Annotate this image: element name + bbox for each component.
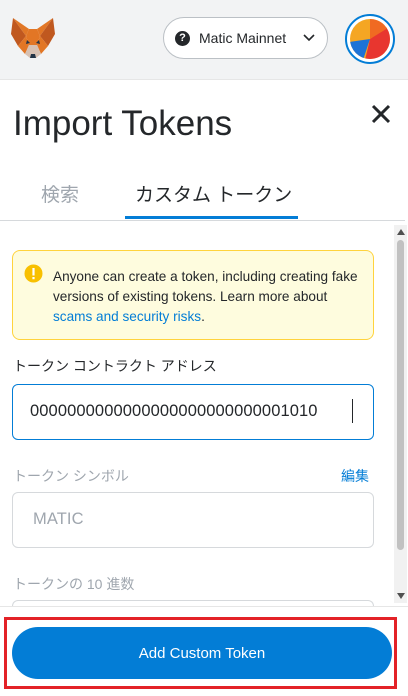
highlight-annotation: [4, 617, 397, 689]
active-tab-indicator: [125, 216, 298, 219]
token-symbol-placeholder: MATIC: [33, 510, 84, 528]
token-symbol-input[interactable]: MATIC: [12, 492, 374, 548]
token-address-value: 0000000000000000000000000001010: [30, 402, 318, 420]
scams-risks-link[interactable]: scams and security risks: [53, 309, 201, 324]
warning-text: Anyone can create a token, including cre…: [53, 267, 369, 327]
network-selector[interactable]: ? Matic Mainnet: [163, 17, 328, 59]
page-title: Import Tokens: [13, 104, 233, 143]
info-icon: [24, 264, 43, 283]
edit-symbol-link[interactable]: 編集: [341, 466, 369, 486]
decimals-label: トークンの 10 進数: [13, 576, 135, 592]
app-header: ? Matic Mainnet: [0, 0, 408, 80]
text-caret: [352, 399, 353, 423]
warning-suffix: .: [201, 309, 205, 324]
warning-message: Anyone can create a token, including cre…: [53, 269, 358, 304]
account-avatar[interactable]: [345, 14, 395, 64]
tab-custom-token[interactable]: カスタム トークン: [135, 180, 292, 207]
network-label: Matic Mainnet: [199, 30, 287, 46]
close-icon[interactable]: [370, 103, 392, 125]
tab-bar: 検索 カスタム トークン: [0, 166, 405, 221]
address-label: トークン コントラクト アドレス: [13, 358, 217, 374]
help-icon: ?: [175, 30, 190, 46]
scrollbar-thumb[interactable]: [397, 240, 404, 550]
chevron-down-icon: [303, 34, 315, 42]
scroll-down-icon[interactable]: [397, 593, 405, 599]
tab-search[interactable]: 検索: [41, 180, 79, 207]
metamask-fox-logo[interactable]: [10, 16, 56, 60]
warning-banner: Anyone can create a token, including cre…: [12, 250, 374, 340]
scroll-up-icon[interactable]: [397, 229, 405, 235]
token-address-input[interactable]: 0000000000000000000000000001010: [12, 384, 374, 440]
symbol-label: トークン シンボル: [13, 468, 129, 484]
